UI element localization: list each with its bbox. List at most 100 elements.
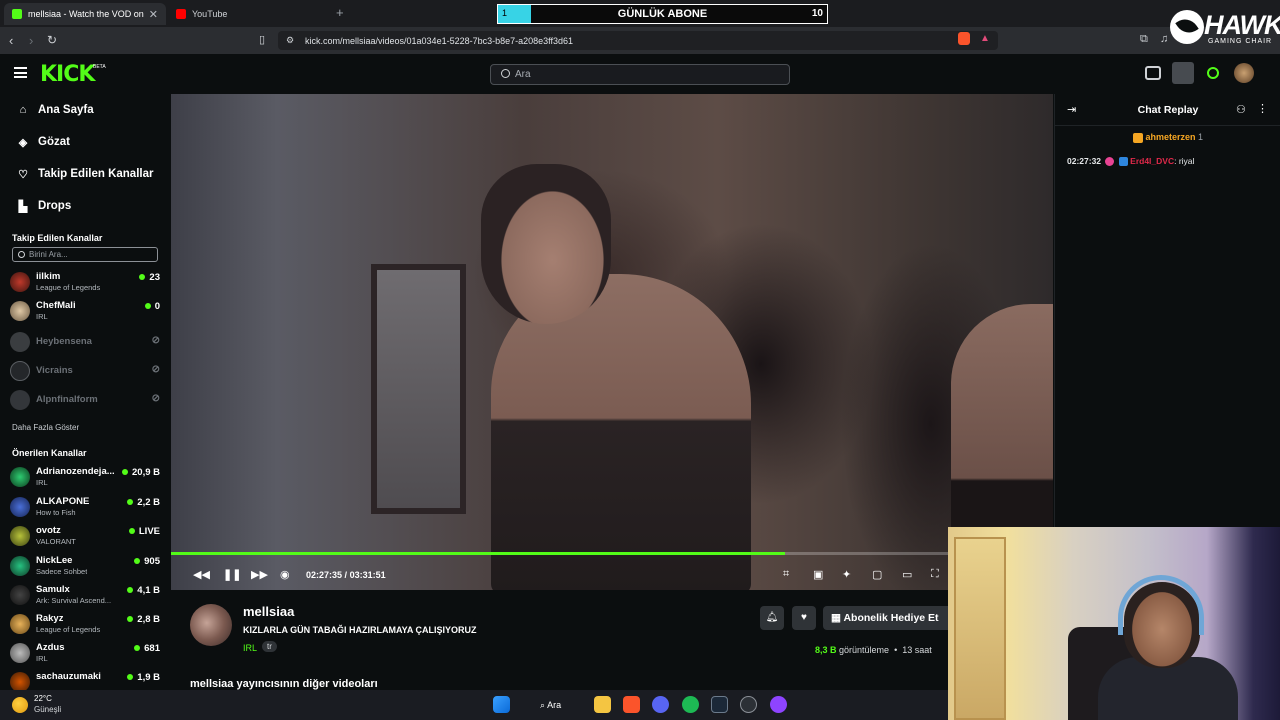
- steam-icon[interactable]: [711, 696, 728, 713]
- discord-icon[interactable]: [652, 696, 669, 713]
- recommended-channel[interactable]: ALKAPONE How to Fish 2,2 B: [10, 494, 160, 520]
- channel-category: Sadece Sohbet: [36, 567, 88, 576]
- fullscreen-icon[interactable]: ⛶: [931, 568, 939, 581]
- notifications-icon[interactable]: [1207, 67, 1219, 79]
- recommended-channel[interactable]: ovotz VALORANT LIVE: [10, 523, 160, 549]
- brave-browser-icon[interactable]: [623, 696, 640, 713]
- pause-icon[interactable]: ❚❚: [223, 568, 241, 581]
- streamer-avatar[interactable]: [190, 604, 232, 646]
- new-tab-icon[interactable]: +: [336, 5, 344, 20]
- nav-home[interactable]: ⌂ Ana Sayfa: [16, 100, 94, 120]
- live-dot-icon: [127, 674, 134, 681]
- reload-icon[interactable]: ↻: [47, 33, 57, 47]
- pip-icon[interactable]: ▢: [872, 568, 882, 581]
- sub-goal-bar: 1 GÜNLÜK ABONE 10: [497, 4, 828, 24]
- stats-icon[interactable]: ▣: [813, 568, 823, 581]
- clip-icon[interactable]: ⌗: [783, 568, 789, 581]
- more-options-icon[interactable]: ⋮: [1257, 102, 1268, 115]
- tab-kick[interactable]: mellsiaa - Watch the VOD on ✕: [4, 3, 166, 25]
- channel-category: Ark: Survival Ascend...: [36, 596, 112, 605]
- taskbar-search[interactable]: ⌕ Ara: [528, 696, 582, 714]
- channel-avatar: [10, 361, 30, 381]
- youtube-favicon-icon: [176, 9, 186, 19]
- tab-youtube[interactable]: YouTube: [168, 3, 328, 25]
- theater-mode-icon[interactable]: [1172, 62, 1194, 84]
- user-avatar[interactable]: [1234, 63, 1254, 83]
- heart-icon: ♡: [18, 168, 28, 181]
- file-explorer-icon[interactable]: [594, 696, 611, 713]
- followed-channel-offline[interactable]: Alpnfinalform ⊘: [10, 387, 160, 413]
- app-icon[interactable]: [740, 696, 757, 713]
- channel-avatar: [10, 556, 30, 576]
- top-gifter-name[interactable]: ahmeterzen: [1145, 132, 1195, 142]
- windows-start-icon[interactable]: [493, 696, 510, 713]
- recommended-channel[interactable]: Adrianozendeja... IRL 20,9 B: [10, 464, 160, 490]
- sponsor-name: HAWK: [1204, 10, 1280, 40]
- followed-channel[interactable]: ChefMali IRL 0: [10, 298, 160, 324]
- message-time: 02:27:32: [1067, 156, 1102, 166]
- channel-name: Vicrains: [36, 365, 73, 376]
- menu-icon[interactable]: [14, 67, 27, 78]
- users-icon[interactable]: ⚇: [1236, 103, 1246, 116]
- followed-search-input[interactable]: Birini Ara...: [12, 247, 158, 262]
- browse-icon[interactable]: [1145, 66, 1161, 80]
- nav-drops[interactable]: ▙ Drops: [16, 196, 71, 216]
- recommended-channel[interactable]: Rakyz League of Legends 2,8 B: [10, 611, 160, 637]
- gift-button-label: Abonelik Hediye Et: [843, 612, 939, 624]
- video-player[interactable]: ◀◀ ❚❚ ▶▶ ◉ 02:27:35 / 03:31:51 ⌗ ▣ ✦ ▢ ▭…: [171, 94, 1053, 590]
- forward-icon[interactable]: ›: [29, 33, 33, 48]
- back-icon[interactable]: ‹: [9, 33, 13, 48]
- spotify-icon[interactable]: [682, 696, 699, 713]
- channel-name: ChefMali: [36, 300, 76, 311]
- chat-message: 02:27:32 Erd4l_DVC: riyal: [1067, 156, 1195, 167]
- recommended-channel[interactable]: Samulx Ark: Survival Ascend... 4,1 B: [10, 582, 160, 608]
- search-placeholder: Ara: [515, 69, 531, 80]
- beta-badge: BETA: [93, 64, 106, 70]
- channel-avatar: [10, 672, 30, 690]
- stream-title: KIZLARLA GÜN TABAĞI HAZIRLAMAYA ÇALIŞIYO…: [243, 625, 477, 635]
- viewer-count: 2,8 B: [127, 614, 160, 625]
- volume-icon[interactable]: ◉: [280, 568, 290, 581]
- followed-channel-offline[interactable]: Vicrains ⊘: [10, 358, 160, 384]
- recommended-channel[interactable]: Azdus IRL 681: [10, 640, 160, 666]
- site-info-icon[interactable]: ⚙: [286, 35, 294, 46]
- view-count: 8,3 B görüntüleme • 13 saat: [815, 645, 932, 655]
- nav-following[interactable]: ♡ Takip Edilen Kanallar: [16, 164, 153, 184]
- message-username[interactable]: Erd4l_DVC: [1130, 156, 1174, 166]
- sparkle-icon[interactable]: ✦: [842, 568, 851, 581]
- show-more-link[interactable]: Daha Fazla Göster: [12, 423, 79, 432]
- recommended-channel[interactable]: NickLee Sadece Sohbet 905: [10, 553, 160, 579]
- followed-channel-offline[interactable]: Heybensena ⊘: [10, 329, 160, 355]
- kick-logo[interactable]: KICK: [40, 62, 95, 87]
- recommended-channel[interactable]: sachauzumaki 1,9 B: [10, 669, 160, 690]
- nav-browse[interactable]: ◈ Gözat: [16, 132, 70, 152]
- theater-icon[interactable]: ▭: [902, 568, 912, 581]
- extensions-icon[interactable]: ⧉: [1140, 33, 1148, 46]
- brave-rewards-icon[interactable]: ▲: [980, 33, 990, 44]
- notification-bell-icon[interactable]: 🔔︎: [760, 606, 784, 630]
- chat-header: ⇥ Chat Replay ⚇ ⋮: [1055, 94, 1280, 126]
- fast-forward-icon[interactable]: ▶▶: [251, 568, 268, 581]
- weather-temp: 22°C: [34, 694, 52, 703]
- rewind-icon[interactable]: ◀◀: [193, 568, 210, 581]
- search-input[interactable]: Ara: [490, 64, 790, 85]
- media-icon[interactable]: ♫: [1160, 33, 1168, 45]
- channel-avatar: [10, 643, 30, 663]
- streamer-name[interactable]: mellsiaa: [243, 604, 294, 619]
- brave-shield-icon[interactable]: [958, 32, 970, 45]
- live-dot-icon: [127, 499, 134, 506]
- channel-name: Azdus: [36, 642, 65, 653]
- seek-bar[interactable]: [171, 552, 1053, 555]
- gift-subscription-button[interactable]: ▦ Abonelik Hediye Et: [823, 606, 953, 630]
- stream-category[interactable]: IRL: [243, 643, 257, 653]
- follow-heart-icon[interactable]: ♥: [792, 606, 816, 630]
- obs-icon[interactable]: [770, 696, 787, 713]
- bookmark-icon[interactable]: ▯: [259, 33, 265, 46]
- close-tab-icon[interactable]: ✕: [149, 8, 158, 21]
- channel-category: IRL: [36, 312, 48, 321]
- channel-category: How to Fish: [36, 508, 76, 517]
- sub-goal-title: GÜNLÜK ABONE: [617, 8, 708, 20]
- viewer-count-value: 905: [144, 556, 160, 567]
- viewer-count: 681: [134, 643, 160, 654]
- followed-channel[interactable]: iilkim League of Legends 23: [10, 269, 160, 295]
